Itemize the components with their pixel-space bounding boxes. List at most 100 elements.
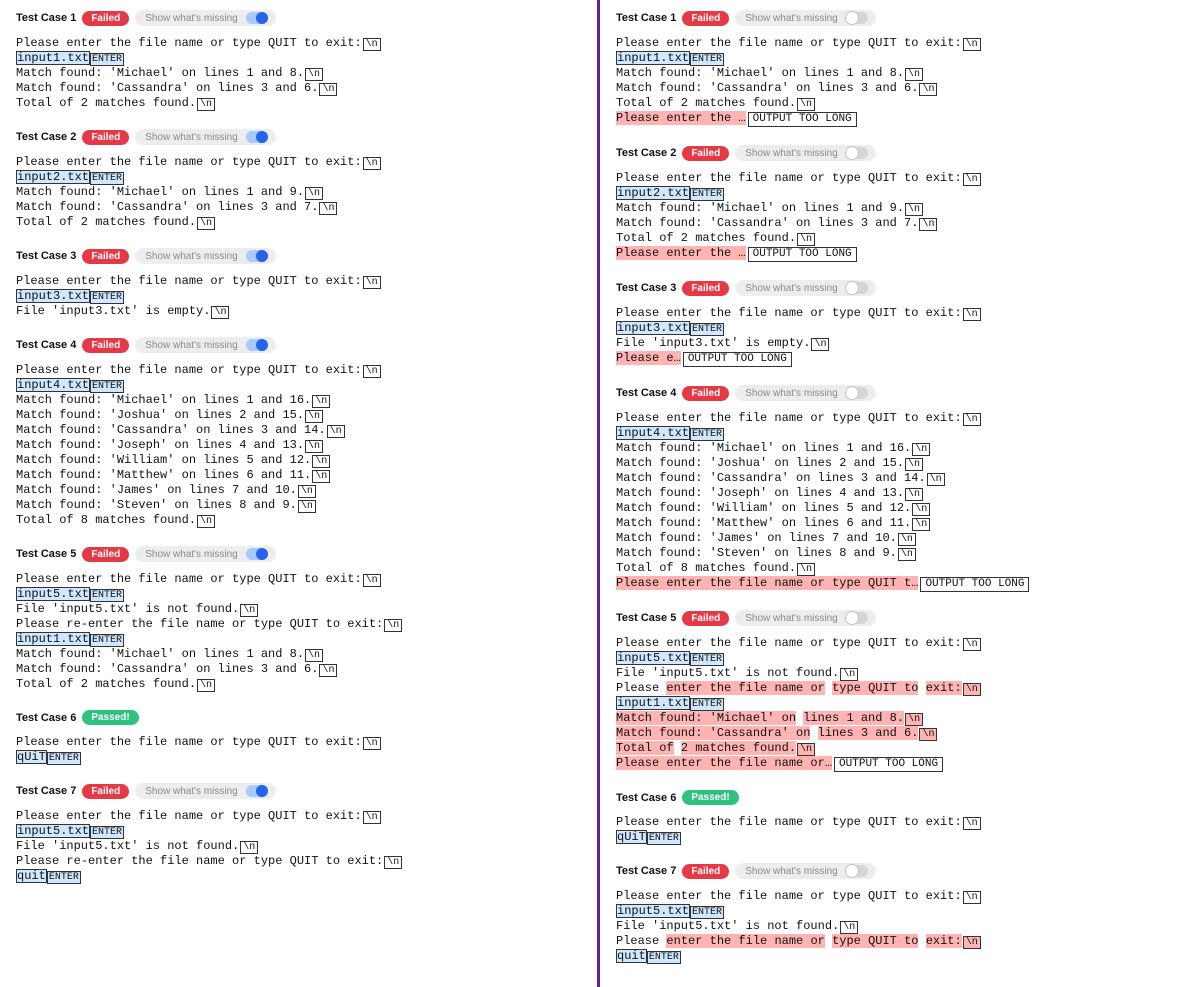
output-text: Match found: 'Joseph' on lines 4 and 13. xyxy=(616,486,904,500)
newline-token: \n xyxy=(912,503,930,516)
output-line: Please enter the file name or type QUIT … xyxy=(616,889,1190,904)
output-text: Please enter the file name or type QUIT … xyxy=(16,155,362,169)
output-line: Total of 2 matches found.\n xyxy=(616,741,1190,756)
newline-token: \n xyxy=(197,98,215,111)
test-case: Test Case 5FailedShow what's missingPlea… xyxy=(16,546,587,692)
passed-badge: Passed! xyxy=(82,710,138,725)
show-missing-toggle[interactable] xyxy=(846,12,868,24)
output-text: Match found: 'Michael' on lines 1 and 8. xyxy=(616,66,904,80)
show-missing-toggle[interactable] xyxy=(246,339,268,351)
failed-badge: Failed xyxy=(82,547,129,562)
show-missing-pill[interactable]: Show what's missing xyxy=(135,546,276,562)
output-line: Please re-enter the file name or type QU… xyxy=(16,617,587,632)
newline-token: \n xyxy=(305,68,323,81)
show-missing-label: Show what's missing xyxy=(745,388,838,399)
output-line: Match found: 'Michael' on lines 1 and 9.… xyxy=(16,185,587,200)
output-line: Please e…OUTPUT TOO LONG xyxy=(616,351,1190,367)
show-missing-pill[interactable]: Show what's missing xyxy=(135,248,276,264)
output-line: Match found: 'Michael' on lines 1 and 16… xyxy=(616,441,1190,456)
output-text: Please enter the file name or type QUIT … xyxy=(616,815,962,829)
failed-badge: Failed xyxy=(682,11,729,26)
output-line: Please enter the …OUTPUT TOO LONG xyxy=(616,111,1190,127)
output-text: Match found: 'Michael' on xyxy=(616,711,796,725)
output-line: Match found: 'Cassandra' on lines 3 and … xyxy=(16,81,587,96)
show-missing-toggle[interactable] xyxy=(846,282,868,294)
output-text: Please enter the file name or type QUIT … xyxy=(16,809,362,823)
output-line: input1.txtENTER xyxy=(616,696,1190,711)
output-line: Please enter the file name or type QUIT … xyxy=(616,815,1190,830)
show-missing-pill[interactable]: Show what's missing xyxy=(135,129,276,145)
show-missing-pill[interactable]: Show what's missing xyxy=(135,337,276,353)
output-line: File 'input3.txt' is empty.\n xyxy=(616,336,1190,351)
show-missing-toggle[interactable] xyxy=(846,865,868,877)
newline-token: \n xyxy=(327,425,345,438)
output-line: Match found: 'William' on lines 5 and 12… xyxy=(16,453,587,468)
output-text: qUiT xyxy=(16,750,47,764)
output-line: input2.txtENTER xyxy=(616,186,1190,201)
show-missing-toggle[interactable] xyxy=(246,785,268,797)
output-text: Match found: 'Joshua' on lines 2 and 15. xyxy=(16,408,304,422)
output-text: Please enter the file name or type QUIT … xyxy=(616,36,962,50)
show-missing-toggle[interactable] xyxy=(846,147,868,159)
output-text: Match found: 'Michael' on lines 1 and 16… xyxy=(16,393,311,407)
show-missing-pill[interactable]: Show what's missing xyxy=(135,783,276,799)
output-line: Match found: 'Cassandra' on lines 3 and … xyxy=(16,200,587,215)
test-case-header: Test Case 5FailedShow what's missing xyxy=(16,546,587,562)
newline-token: \n xyxy=(319,83,337,96)
newline-token: \n xyxy=(919,728,937,741)
output-text: Please enter the file name or type QUIT … xyxy=(616,889,962,903)
show-missing-toggle[interactable] xyxy=(846,387,868,399)
show-missing-pill[interactable]: Show what's missing xyxy=(135,10,276,26)
show-missing-toggle[interactable] xyxy=(246,131,268,143)
show-missing-toggle[interactable] xyxy=(246,548,268,560)
newline-token: \n xyxy=(963,936,981,949)
output-text: type QUIT to xyxy=(832,681,918,695)
test-output: Please enter the file name or type QUIT … xyxy=(16,809,587,884)
show-missing-pill[interactable]: Show what's missing xyxy=(735,10,876,26)
output-text: Match found: 'Cassandra' on xyxy=(616,726,810,740)
test-output: Please enter the file name or type QUIT … xyxy=(616,815,1190,845)
enter-token: ENTER xyxy=(90,826,124,839)
show-missing-toggle[interactable] xyxy=(846,612,868,624)
show-missing-pill[interactable]: Show what's missing xyxy=(735,145,876,161)
output-text: enter the file name or xyxy=(666,934,824,948)
show-missing-toggle[interactable] xyxy=(246,12,268,24)
newline-token: \n xyxy=(963,683,981,696)
newline-token: \n xyxy=(797,563,815,576)
newline-token: \n xyxy=(963,638,981,651)
output-line: File 'input3.txt' is empty.\n xyxy=(16,304,587,319)
output-text: lines 3 and 6. xyxy=(818,726,919,740)
show-missing-toggle[interactable] xyxy=(246,250,268,262)
output-line: Match found: 'Joshua' on lines 2 and 15.… xyxy=(616,456,1190,471)
newline-token: \n xyxy=(197,679,215,692)
output-text: Match found: 'Steven' on lines 8 and 9. xyxy=(616,546,897,560)
show-missing-pill[interactable]: Show what's missing xyxy=(735,280,876,296)
test-case: Test Case 4FailedShow what's missingPlea… xyxy=(616,385,1190,592)
test-case-title: Test Case 6 xyxy=(16,712,76,724)
enter-token: ENTER xyxy=(690,653,724,666)
test-case-title: Test Case 1 xyxy=(616,12,676,24)
show-missing-pill[interactable]: Show what's missing xyxy=(735,385,876,401)
failed-badge: Failed xyxy=(82,249,129,264)
output-line: Please enter the file name or type QUIT … xyxy=(616,681,1190,696)
test-case: Test Case 6Passed!Please enter the file … xyxy=(616,790,1190,845)
output-line: Match found: 'Cassandra' on lines 3 and … xyxy=(16,662,587,677)
show-missing-pill[interactable]: Show what's missing xyxy=(735,610,876,626)
output-text: input3.txt xyxy=(616,321,690,335)
output-line: Match found: 'Joseph' on lines 4 and 13.… xyxy=(616,486,1190,501)
newline-token: \n xyxy=(240,841,258,854)
output-text: Please e… xyxy=(616,351,681,365)
failed-badge: Failed xyxy=(82,784,129,799)
output-line: Please enter the file name or type QUIT … xyxy=(16,572,587,587)
output-text: Match found: 'Michael' on lines 1 and 9. xyxy=(616,201,904,215)
enter-token: ENTER xyxy=(90,380,124,393)
output-line: Match found: 'Michael' on lines 1 and 8.… xyxy=(16,647,587,662)
output-line: Match found: 'Michael' on lines 1 and 8.… xyxy=(616,711,1190,726)
output-text xyxy=(918,934,925,948)
test-case-title: Test Case 4 xyxy=(16,339,76,351)
show-missing-pill[interactable]: Show what's missing xyxy=(735,863,876,879)
output-text: Match found: 'Michael' on lines 1 and 8. xyxy=(16,647,304,661)
newline-token: \n xyxy=(305,440,323,453)
test-case-title: Test Case 5 xyxy=(616,612,676,624)
newline-token: \n xyxy=(363,811,381,824)
